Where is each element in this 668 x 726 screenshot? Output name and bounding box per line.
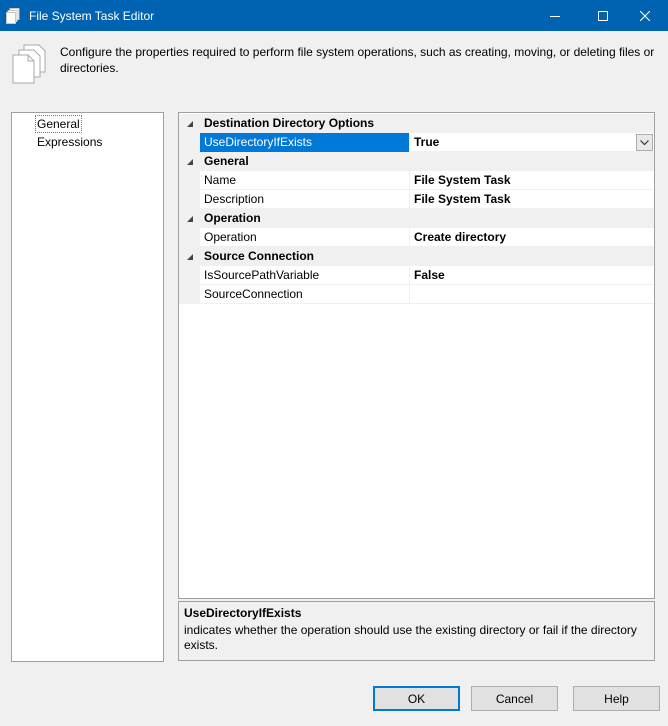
property-grid: Destination Directory Options UseDirecto… (178, 112, 655, 599)
property-value[interactable]: File System Task (409, 171, 654, 190)
help-button[interactable]: Help (573, 686, 660, 711)
property-name[interactable]: SourceConnection (200, 285, 409, 304)
minimize-icon (550, 15, 560, 17)
nav-item-general[interactable]: General (35, 115, 82, 133)
maximize-button[interactable] (580, 0, 626, 31)
cancel-button[interactable]: Cancel (471, 686, 558, 711)
property-name[interactable]: Operation (200, 228, 409, 247)
collapse-icon[interactable] (185, 213, 195, 223)
property-row[interactable]: Description File System Task (179, 190, 654, 209)
close-button[interactable] (622, 0, 668, 31)
category-row[interactable]: Operation (179, 209, 654, 228)
category-row[interactable]: General (179, 152, 654, 171)
category-label: Destination Directory Options (204, 116, 375, 130)
window-title: File System Task Editor (29, 8, 155, 23)
property-value-text: True (414, 135, 440, 149)
property-value[interactable]: Create directory (409, 228, 654, 247)
property-row[interactable]: Name File System Task (179, 171, 654, 190)
collapse-icon[interactable] (185, 118, 195, 128)
minimize-button[interactable] (532, 0, 578, 31)
property-name[interactable]: Name (200, 171, 409, 190)
property-value[interactable]: File System Task (409, 190, 654, 209)
category-row[interactable]: Destination Directory Options (179, 114, 654, 133)
description-title: UseDirectoryIfExists (184, 606, 302, 620)
collapse-icon[interactable] (185, 156, 195, 166)
property-row[interactable]: SourceConnection (179, 285, 654, 304)
header-description: Configure the properties required to per… (60, 45, 655, 75)
category-row[interactable]: Source Connection (179, 247, 654, 266)
property-value[interactable]: True (409, 133, 654, 152)
property-value[interactable] (409, 285, 654, 304)
documents-icon (12, 44, 46, 84)
category-label: General (204, 154, 249, 168)
close-icon (640, 10, 650, 21)
description-panel: UseDirectoryIfExists indicates whether t… (178, 601, 655, 661)
property-name[interactable]: UseDirectoryIfExists (200, 133, 409, 152)
category-label: Operation (204, 211, 261, 225)
property-name[interactable]: IsSourcePathVariable (200, 266, 409, 285)
nav-item-expressions[interactable]: Expressions (36, 134, 103, 150)
value-dropdown-button[interactable] (636, 134, 653, 151)
maximize-icon (598, 10, 608, 21)
property-name[interactable]: Description (200, 190, 409, 209)
description-text: indicates whether the operation should u… (184, 623, 637, 652)
ok-button[interactable]: OK (373, 686, 460, 711)
property-row[interactable]: Operation Create directory (179, 228, 654, 247)
app-icon (6, 7, 20, 24)
property-value[interactable]: False (409, 266, 654, 285)
collapse-icon[interactable] (185, 251, 195, 261)
property-row[interactable]: IsSourcePathVariable False (179, 266, 654, 285)
chevron-down-icon (640, 139, 649, 145)
title-bar: File System Task Editor (0, 0, 668, 31)
category-label: Source Connection (204, 249, 315, 263)
property-row[interactable]: UseDirectoryIfExists True (179, 133, 654, 152)
nav-panel: General Expressions (11, 112, 164, 662)
